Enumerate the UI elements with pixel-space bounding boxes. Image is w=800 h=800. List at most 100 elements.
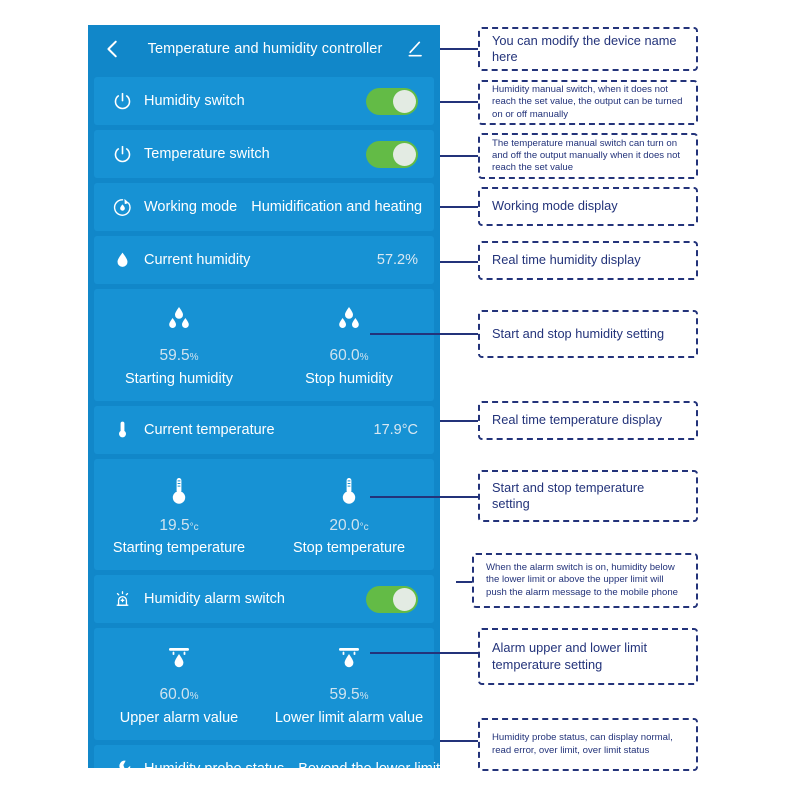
unit: % — [189, 691, 199, 702]
connector-line — [440, 740, 480, 742]
wrench-icon — [112, 758, 133, 768]
row-humidity-probe-status: Humidity probe status Beyond the lower l… — [94, 745, 440, 769]
row-label: Working mode — [144, 199, 238, 215]
callout-humidity-switch: Humidity manual switch, when it does not… — [478, 80, 698, 125]
callout-alarm-switch: When the alarm switch is on, humidity be… — [472, 553, 698, 608]
starting-humidity-value: 59.5% — [159, 347, 199, 364]
connector-line — [440, 420, 480, 422]
unit: % — [359, 691, 369, 702]
humidity-alarm-toggle[interactable] — [366, 585, 418, 613]
upper-alarm-value: 60.0% — [159, 686, 199, 703]
starting-temperature-caption: Starting temperature — [112, 540, 246, 556]
row-label: Humidity probe status — [144, 761, 284, 769]
double-drop-icon — [164, 305, 194, 339]
pencil-edit-icon[interactable] — [406, 39, 426, 59]
drip-limit-icon — [164, 644, 194, 678]
callout-alarm-setting: Alarm upper and lower limit temperature … — [478, 628, 698, 685]
unit: % — [359, 352, 369, 363]
stop-humidity-caption: Stop humidity — [305, 370, 393, 387]
current-temperature-value: 17.9°C — [373, 421, 419, 438]
humidity-setting-group: 59.5% Starting humidity 60.0% Stop humid… — [94, 289, 434, 401]
current-humidity-value: 57.2% — [376, 252, 418, 268]
toggle-knob — [393, 142, 416, 166]
working-mode-value: Humidification and heating — [251, 199, 423, 215]
row-temperature-switch[interactable]: Temperature switch — [94, 130, 434, 178]
alarm-setting-group: 60.0% Upper alarm value 59.5% Lower limi… — [94, 628, 434, 740]
card-temperature-switch: Temperature switch — [94, 130, 434, 178]
row-working-mode[interactable]: Working mode Humidification and heating — [94, 183, 434, 231]
row-label: Humidity alarm switch — [144, 591, 285, 607]
toggle-knob — [393, 89, 416, 113]
connector-line — [440, 261, 480, 263]
chevron-left-icon[interactable] — [102, 38, 124, 60]
starting-humidity-caption: Starting humidity — [125, 370, 233, 387]
callout-humidity-setting: Start and stop humidity setting — [478, 310, 698, 358]
row-humidity-switch[interactable]: Humidity switch — [94, 77, 434, 125]
card-humidity-switch: Humidity switch — [94, 77, 434, 125]
connector-line — [370, 652, 480, 654]
toggle-knob — [393, 587, 416, 611]
stop-temperature-caption: Stop temperature — [292, 540, 406, 556]
probe-status-value: Beyond the lower limit — [298, 761, 440, 769]
stop-humidity-value: 60.0% — [329, 347, 369, 364]
connector-line — [370, 496, 480, 498]
power-icon — [112, 91, 133, 112]
connector-line — [440, 206, 480, 208]
device-app-panel: Temperature and humidity controller Humi… — [88, 25, 440, 768]
lower-alarm-value: 59.5% — [329, 686, 369, 703]
double-drop-icon — [334, 305, 364, 339]
temperature-setting-group: 19.5°c Starting temperature 20.0°c Stop … — [94, 459, 434, 571]
alarm-siren-icon — [112, 589, 133, 610]
upper-alarm-caption: Upper alarm value — [119, 709, 239, 726]
row-label: Current temperature — [144, 421, 275, 438]
row-label: Temperature switch — [144, 146, 270, 162]
row-label: Current humidity — [144, 252, 251, 268]
row-current-humidity: Current humidity 57.2% — [94, 236, 434, 284]
callout-device-name: You can modify the device name here — [478, 27, 698, 71]
callout-probe-status: Humidity probe status, can display norma… — [478, 718, 698, 771]
thermometer-bulb-icon — [164, 475, 194, 509]
unit: °c — [359, 521, 369, 533]
lower-alarm-caption: Lower limit alarm value — [274, 709, 424, 726]
card-humidity-alarm-switch: Humidity alarm switch — [94, 575, 434, 623]
working-mode-icon — [112, 197, 133, 218]
stop-temperature-cell[interactable]: 20.0°c Stop temperature — [264, 475, 434, 556]
drip-limit-icon — [334, 644, 364, 678]
connector-line — [440, 48, 480, 50]
connector-line — [370, 333, 480, 335]
connector-line — [440, 155, 480, 157]
row-label: Humidity switch — [144, 93, 245, 109]
water-drop-icon — [112, 250, 133, 271]
card-current-humidity: Current humidity 57.2% — [94, 236, 434, 284]
stop-temperature-value: 20.0°c — [329, 516, 369, 534]
card-temperature-setting: 19.5°c Starting temperature 20.0°c Stop … — [94, 458, 434, 571]
connector-line — [440, 101, 480, 103]
lower-alarm-cell[interactable]: 59.5% Lower limit alarm value — [264, 644, 434, 726]
card-current-temperature: Current temperature 17.9°C — [94, 405, 434, 454]
unit: °c — [189, 521, 199, 533]
upper-alarm-cell[interactable]: 60.0% Upper alarm value — [94, 644, 264, 726]
callout-temperature-switch: The temperature manual switch can turn o… — [478, 133, 698, 179]
row-current-temperature: Current temperature 17.9°C — [94, 406, 434, 454]
callout-temperature-setting: Start and stop temperature setting — [478, 470, 698, 522]
stop-humidity-cell[interactable]: 60.0% Stop humidity — [264, 305, 434, 387]
callout-working-mode: Working mode display — [478, 187, 698, 226]
thermometer-icon — [112, 419, 133, 440]
app-title-bar: Temperature and humidity controller — [88, 25, 440, 72]
temperature-switch-toggle[interactable] — [366, 140, 418, 168]
card-humidity-setting: 59.5% Starting humidity 60.0% Stop humid… — [94, 289, 434, 401]
humidity-switch-toggle[interactable] — [366, 87, 418, 115]
starting-temperature-value: 19.5°c — [159, 516, 199, 534]
starting-humidity-cell[interactable]: 59.5% Starting humidity — [94, 305, 264, 387]
card-working-mode: Working mode Humidification and heating — [94, 183, 434, 231]
page-title: Temperature and humidity controller — [147, 40, 383, 57]
unit: % — [189, 352, 199, 363]
card-alarm-setting: 60.0% Upper alarm value 59.5% Lower limi… — [94, 628, 434, 740]
callout-current-temperature: Real time temperature display — [478, 401, 698, 440]
thermometer-bulb-icon — [334, 475, 364, 509]
starting-temperature-cell[interactable]: 19.5°c Starting temperature — [94, 475, 264, 556]
power-icon — [112, 144, 133, 165]
screenshot-root: Temperature and humidity controller Humi… — [0, 0, 800, 800]
row-humidity-alarm-switch[interactable]: Humidity alarm switch — [94, 575, 434, 623]
callout-current-humidity: Real time humidity display — [478, 241, 698, 280]
